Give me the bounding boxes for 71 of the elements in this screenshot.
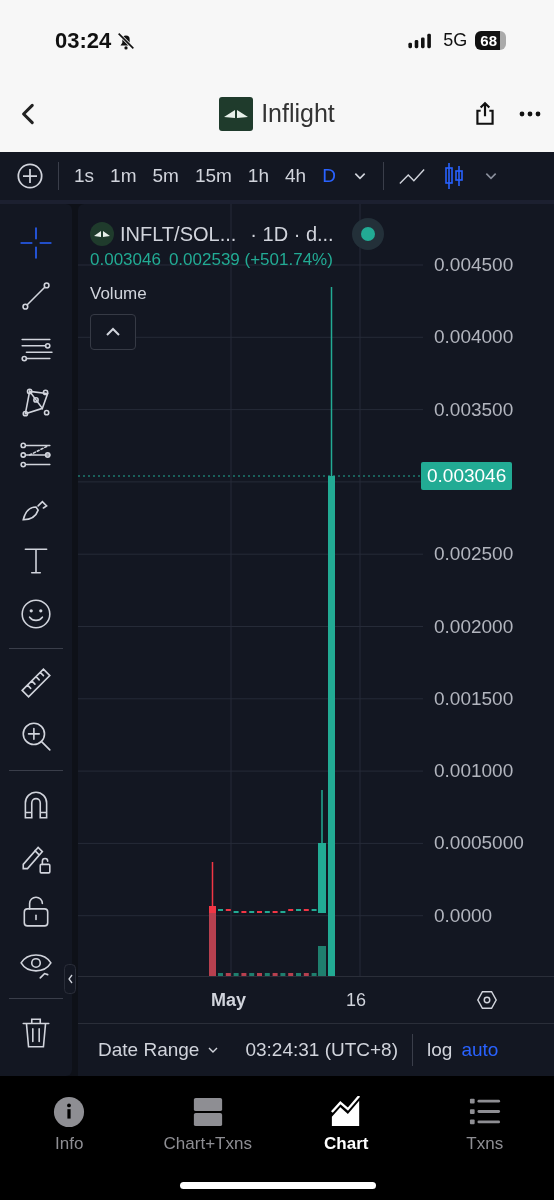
volume-bar — [233, 973, 239, 976]
collapse-handle-icon[interactable] — [64, 964, 76, 994]
timeframe-button[interactable]: 1m — [103, 165, 144, 187]
split-view-icon — [191, 1096, 224, 1128]
pattern-tool-icon[interactable] — [19, 385, 53, 419]
volume-bar — [249, 973, 255, 976]
timeframe-button[interactable]: 15m — [187, 165, 239, 187]
candle — [209, 861, 216, 913]
date-range-button[interactable]: Date Range — [98, 1039, 200, 1061]
price-axis-label: 0.001000 — [434, 760, 514, 783]
timeframe-button[interactable]: 4h — [278, 165, 314, 187]
trash-tool-icon[interactable] — [19, 1016, 53, 1050]
price-axis-label: 0.0000 — [434, 904, 493, 927]
tab[interactable]: Chart+Txns — [138, 1076, 277, 1166]
volume-bar — [288, 973, 294, 976]
caret-up-icon — [105, 327, 121, 337]
area-chart-icon — [330, 1096, 363, 1128]
chevron-down-icon[interactable] — [207, 1046, 220, 1054]
time-axis-label: 16 — [346, 990, 367, 1011]
volume-label: Volume — [90, 284, 147, 304]
scale-toggle[interactable]: auto — [461, 1039, 508, 1061]
volume-bar — [280, 973, 286, 976]
timeframe-button[interactable]: 5m — [145, 165, 186, 187]
app-title: Inflight — [261, 99, 335, 128]
tab[interactable]: Chart — [277, 1076, 416, 1166]
volume-bar — [218, 973, 223, 976]
network-label: 5G — [443, 30, 468, 51]
price-axis-label: 0.003500 — [434, 398, 514, 421]
symbol-label: INFLT/SOL... — [120, 222, 237, 246]
trendline-tool-icon[interactable] — [19, 279, 53, 313]
volume-bar — [209, 913, 216, 976]
tab[interactable]: Info — [0, 1076, 139, 1166]
price-change: 0.002539 (+501.74%) — [168, 250, 333, 270]
info-icon — [53, 1096, 86, 1128]
timeframe-button[interactable]: D — [315, 165, 343, 187]
price-axis-label: 0.001500 — [434, 687, 514, 710]
timeframe-button[interactable]: 1s — [67, 165, 102, 187]
time-axis-label: May — [211, 990, 246, 1011]
battery-indicator: 68 — [475, 31, 506, 50]
volume-bar — [241, 973, 247, 976]
crosshair-tool-icon[interactable] — [19, 226, 53, 260]
emoji-tool-icon[interactable] — [19, 597, 53, 631]
chevron-down-icon[interactable] — [352, 171, 367, 181]
scale-toggle[interactable]: log — [427, 1039, 462, 1061]
ruler-tool-icon[interactable] — [19, 666, 53, 700]
volume-bar — [257, 973, 262, 976]
more-icon[interactable] — [518, 109, 542, 118]
settings-icon[interactable] — [476, 989, 498, 1011]
price-tag: 0.003046 — [421, 462, 513, 490]
price-axis-label: 0.002500 — [434, 543, 514, 566]
logo-icon — [219, 96, 254, 131]
tab[interactable]: Txns — [415, 1076, 554, 1166]
volume-bar — [303, 973, 309, 976]
status-time: 03:24 — [55, 27, 112, 54]
price-axis-label: 0.002000 — [434, 615, 514, 638]
interval-label: · 1D · d... — [250, 222, 334, 246]
price-axis-label: 0.004500 — [434, 254, 514, 276]
timeframe-button[interactable]: 1h — [240, 165, 276, 187]
price-value: 0.003046 — [90, 250, 161, 270]
volume-bar — [225, 973, 231, 976]
volume-bar — [272, 973, 278, 976]
price-axis-label: 0.004000 — [434, 326, 514, 349]
clock-label: 03:24:31 (UTC+8) — [245, 1039, 398, 1061]
chevron-down-icon[interactable] — [483, 171, 498, 181]
add-icon[interactable] — [16, 162, 44, 190]
volume-bar — [264, 973, 270, 976]
token-icon — [90, 222, 114, 246]
price-axis-label: 0.0005000 — [434, 832, 524, 855]
volume-bar — [296, 973, 301, 976]
collapse-button[interactable] — [90, 314, 136, 350]
zoom-tool-icon[interactable] — [19, 719, 53, 753]
